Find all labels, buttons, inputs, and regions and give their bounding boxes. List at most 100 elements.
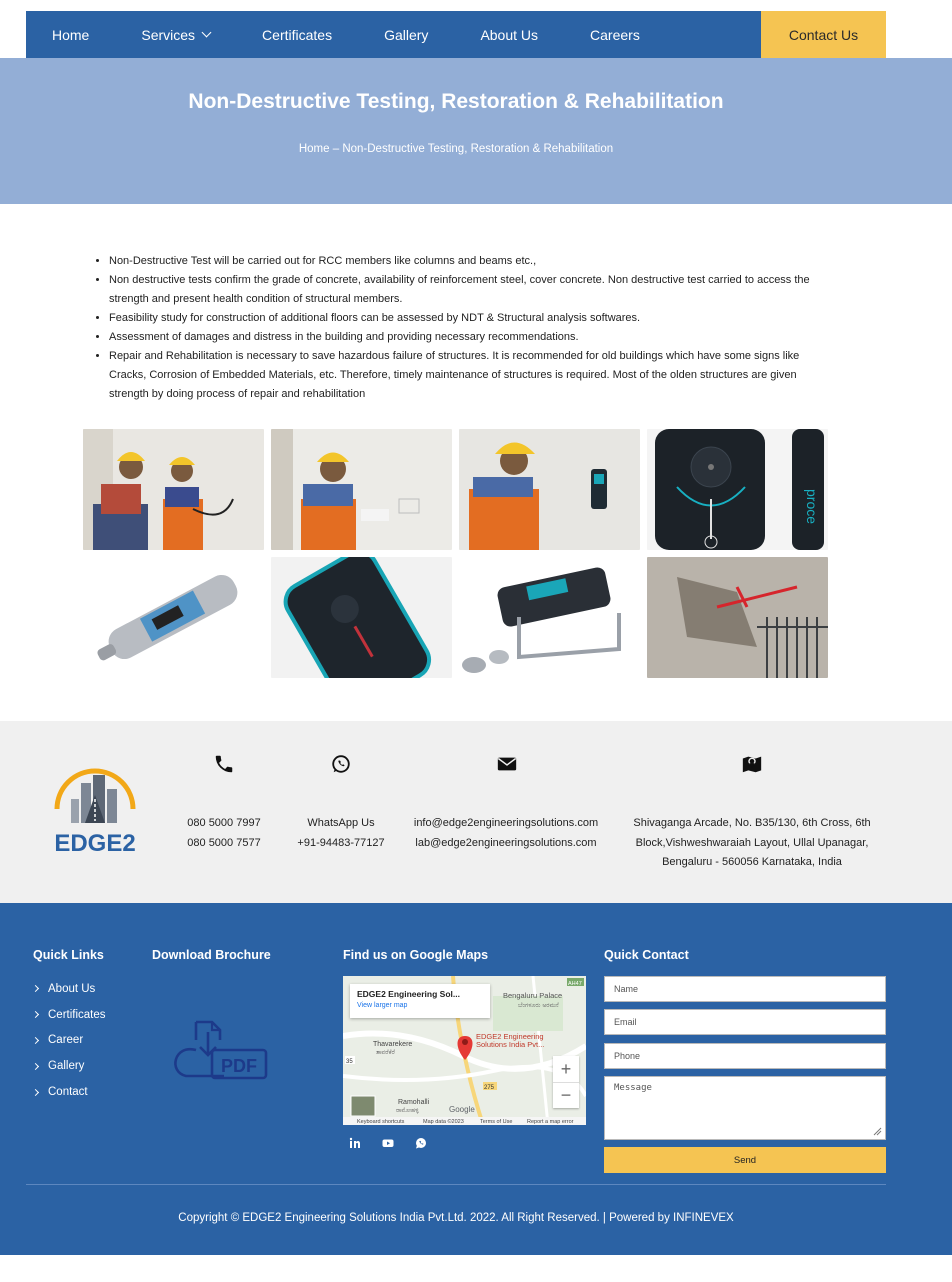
phone-input[interactable]: Phone <box>604 1043 886 1069</box>
quick-link-gallery[interactable]: Gallery <box>31 1053 106 1079</box>
page-header: Non-Destructive Testing, Restoration & R… <box>0 58 952 204</box>
message-placeholder: Message <box>614 1083 652 1093</box>
zoom-in-button[interactable]: + <box>553 1056 579 1082</box>
whatsapp-contact: WhatsApp Us +91-94483-77127 <box>281 814 401 853</box>
svg-text:proce: proce <box>804 489 820 524</box>
quick-link-career[interactable]: Career <box>31 1028 106 1054</box>
gallery-image-rebound-hammer[interactable] <box>83 557 264 678</box>
address-line-3: Bengaluru - 560056 Karnataka, India <box>662 856 842 868</box>
nav-home[interactable]: Home <box>26 11 115 58</box>
view-larger-map-link[interactable]: View larger map <box>357 1002 483 1009</box>
quick-link-label: Gallery <box>48 1060 85 1073</box>
nav-gallery[interactable]: Gallery <box>358 11 454 58</box>
map-data: Map data ©2023 <box>423 1118 464 1125</box>
whatsapp-icon <box>330 753 352 775</box>
whatsapp-social-icon[interactable] <box>414 1136 428 1150</box>
map-place-card: EDGE2 Engineering Sol... View larger map <box>350 984 490 1018</box>
map-keyboard-shortcuts[interactable]: Keyboard shortcuts <box>357 1119 405 1125</box>
quick-link-label: Contact <box>48 1086 88 1099</box>
quick-link-label: Certificates <box>48 1008 106 1021</box>
send-button[interactable]: Send <box>604 1147 886 1173</box>
map-road-35: 35 <box>346 1059 353 1065</box>
email-addresses: info@edge2engineeringsolutions.com lab@e… <box>396 814 616 853</box>
map-terms[interactable]: Terms of Use <box>480 1119 512 1125</box>
phone-icon <box>213 753 235 775</box>
pdf-download-icon[interactable]: PDF <box>166 1020 270 1082</box>
map-label-palace: Bengaluru Palace <box>503 991 562 1000</box>
nav-about[interactable]: About Us <box>454 11 564 58</box>
map-pin-label-2: Solutions India Pvt... <box>476 1040 544 1049</box>
map-road-275: 275 <box>484 1085 495 1091</box>
gallery-image-profoscope-device-closeup[interactable]: proce <box>647 429 828 550</box>
map-report-error[interactable]: Report a map error <box>527 1119 574 1125</box>
image-gallery: proce <box>83 429 829 678</box>
whatsapp-number[interactable]: +91-94483-77127 <box>281 834 401 854</box>
map-label-thavarekere-local: ತಾವರೆಕೆರೆ <box>376 1049 396 1056</box>
whatsapp-label[interactable]: WhatsApp Us <box>281 814 401 834</box>
chevron-right-icon <box>31 1062 40 1070</box>
bullet-item: Non-Destructive Test will be carried out… <box>109 252 830 271</box>
email-input[interactable]: Email <box>604 1009 886 1035</box>
name-input[interactable]: Name <box>604 976 886 1002</box>
bullet-item: Feasibility study for construction of ad… <box>109 309 830 328</box>
logo-text: EDGE2 <box>54 830 135 855</box>
gallery-image-engineer-testing-wall-closeup[interactable] <box>271 429 452 550</box>
gallery-image-pull-off-tester[interactable] <box>459 557 640 678</box>
youtube-icon[interactable] <box>381 1136 395 1150</box>
chevron-right-icon <box>31 1036 40 1045</box>
service-description: Non-Destructive Test will be carried out… <box>95 252 830 404</box>
pdf-label: PDF <box>221 1056 257 1076</box>
address-line-1: Shivaganga Arcade, No. B35/130, 6th Cros… <box>633 817 871 829</box>
breadcrumb[interactable]: Home – Non-Destructive Testing, Restorat… <box>0 143 912 155</box>
contact-us-button[interactable]: Contact Us <box>761 11 886 58</box>
map-marker-icon <box>741 753 763 775</box>
quick-link-label: About Us <box>48 982 96 995</box>
quick-link-contact[interactable]: Contact <box>31 1079 106 1105</box>
gallery-image-engineers-testing-wall[interactable] <box>83 429 264 550</box>
chevron-right-icon <box>31 1011 40 1019</box>
address-line-2: Block,Vishweshwaraiah Layout, Ullal Upan… <box>635 836 869 849</box>
map-label-thavarekere: Thavarekere <box>373 1041 412 1048</box>
map-label-ramohalli-local: ರಾಮೋಹಳ್ಳಿ <box>396 1107 419 1114</box>
quick-link-certificates[interactable]: Certificates <box>31 1002 106 1028</box>
linkedin-icon[interactable] <box>348 1136 362 1150</box>
email-info[interactable]: info@edge2engineeringsolutions.com <box>396 814 616 834</box>
brochure-heading: Download Brochure <box>152 948 271 962</box>
phone-numbers: 080 5000 7997 080 5000 7577 <box>164 814 284 853</box>
gallery-image-damaged-concrete-slab[interactable] <box>647 557 828 678</box>
email-lab[interactable]: lab@edge2engineeringsolutions.com <box>396 834 616 854</box>
nav-careers[interactable]: Careers <box>564 11 666 58</box>
footer-divider <box>26 1184 886 1185</box>
quick-link-label: Career <box>48 1034 84 1047</box>
map-label-ramohalli: Ramohalli <box>398 1099 430 1106</box>
phone-number-2[interactable]: 080 5000 7577 <box>164 834 284 854</box>
phone-number-1[interactable]: 080 5000 7997 <box>164 814 284 834</box>
chevron-right-icon <box>31 1088 40 1096</box>
gallery-image-profoscope-device[interactable] <box>271 557 452 678</box>
zoom-out-button[interactable]: − <box>553 1082 579 1108</box>
gallery-image-engineer-scanning-wall[interactable] <box>459 429 640 550</box>
main-nav: Home Services Certificates Gallery About… <box>26 11 886 58</box>
bullet-item: Repair and Rehabilitation is necessary t… <box>109 347 830 404</box>
map-label-palace-local: ಬೆಂಗಳೂರು ಅರಮನೆ <box>518 1002 559 1009</box>
nav-certificates[interactable]: Certificates <box>236 11 358 58</box>
map-place-name: EDGE2 Engineering Sol... <box>357 989 460 999</box>
google-wordmark: Google <box>449 1105 475 1114</box>
chevron-down-icon <box>201 27 212 38</box>
map-zoom-controls: + − <box>553 1056 579 1108</box>
quick-links-heading: Quick Links <box>33 948 104 962</box>
office-address: Shivaganga Arcade, No. B35/130, 6th Cros… <box>616 814 888 873</box>
page-title: Non-Destructive Testing, Restoration & R… <box>188 90 724 113</box>
company-logo[interactable]: EDGE2 <box>45 765 145 857</box>
map-road-ah47: AH47 <box>568 981 582 987</box>
quick-contact-heading: Quick Contact <box>604 948 689 962</box>
resize-handle-icon[interactable] <box>872 1126 882 1136</box>
bullet-item: Non destructive tests confirm the grade … <box>109 271 830 309</box>
quick-link-about[interactable]: About Us <box>31 976 106 1002</box>
quick-links-list: About Us Certificates Career Gallery Con… <box>31 976 106 1105</box>
message-textarea[interactable]: Message <box>604 1076 886 1140</box>
copyright-text: Copyright © EDGE2 Engineering Solutions … <box>178 1212 734 1224</box>
envelope-icon <box>496 753 518 775</box>
nav-services[interactable]: Services <box>115 11 236 58</box>
google-map-embed[interactable]: Bengaluru Palace ಬೆಂಗಳೂರು ಅರಮನೆ EDGE2 En… <box>343 976 586 1125</box>
